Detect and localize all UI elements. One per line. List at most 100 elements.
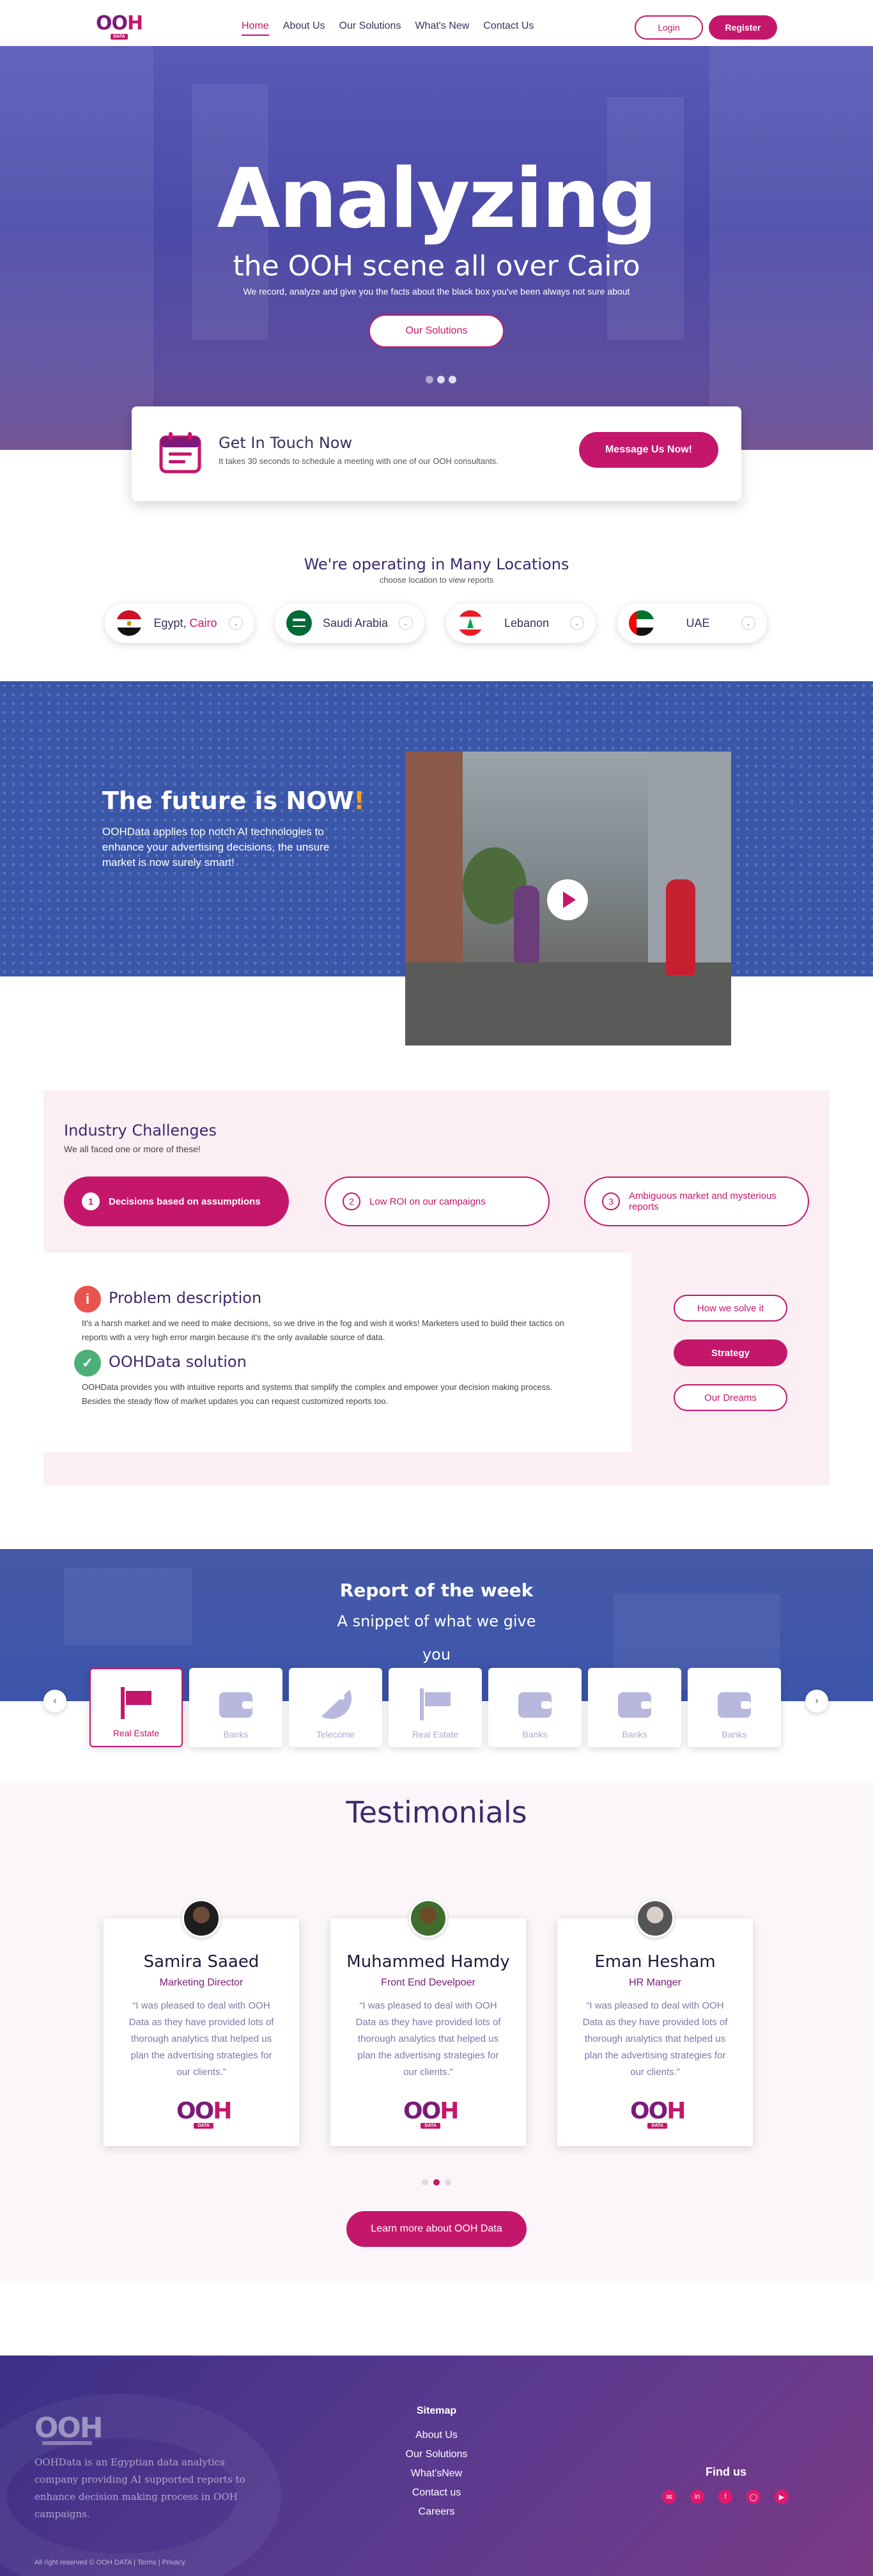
hero-carousel-dots	[426, 376, 456, 383]
report-card-banks[interactable]: Banks	[688, 1668, 781, 1747]
logo-text: OOH	[403, 2098, 459, 2124]
challenge-tab-1[interactable]: 1 Decisions based on assumptions	[64, 1176, 289, 1226]
future-text: OOHData applies top notch AI technologie…	[102, 826, 330, 868]
locations-subtitle: choose location to view reports	[379, 575, 494, 585]
card-label: Banks	[622, 1729, 647, 1739]
carousel-dot[interactable]	[437, 376, 445, 383]
nav-contact-us[interactable]: Contact Us	[483, 20, 534, 32]
login-button[interactable]: Login	[635, 15, 703, 40]
play-button-icon[interactable]	[547, 879, 588, 920]
report-card-real-estate[interactable]: Real Estate	[389, 1668, 482, 1747]
report-card-telecome[interactable]: Telecome	[289, 1668, 382, 1747]
mail-icon[interactable]: ✉	[662, 2490, 676, 2504]
avatar	[182, 1899, 220, 1938]
register-button[interactable]: Register	[709, 15, 777, 40]
logo-text: OOH	[176, 2098, 232, 2124]
carousel-dot[interactable]	[449, 376, 456, 383]
our-dreams-button[interactable]: Our Dreams	[674, 1384, 787, 1411]
footer-link-about[interactable]: About Us	[0, 2426, 873, 2445]
egypt-flag-icon	[116, 610, 142, 636]
message-us-button[interactable]: Message Us Now!	[579, 432, 718, 468]
carousel-next-arrow[interactable]: ›	[805, 1690, 828, 1713]
logo-subtext: DATA	[647, 2123, 667, 2129]
wallet-icon	[219, 1692, 252, 1718]
card-label: Banks	[522, 1729, 548, 1739]
challenge-label: Ambiguous market and mysterious reports	[629, 1191, 776, 1212]
footer-link-solutions[interactable]: Our Solutions	[0, 2445, 873, 2464]
hero-building-right	[709, 46, 873, 450]
footer-copyright: All right reserved © OOH DATA | Terms | …	[35, 2559, 185, 2566]
video-person	[514, 886, 539, 962]
facebook-icon[interactable]: f	[718, 2490, 732, 2504]
strategy-button[interactable]: Strategy	[674, 1339, 787, 1366]
card-label: Telecome	[316, 1729, 355, 1739]
footer-link-contact[interactable]: Contact us	[0, 2483, 873, 2503]
hero-text: We record, analyze and give you the fact…	[243, 286, 630, 297]
report-card-banks[interactable]: Banks	[588, 1668, 681, 1747]
carousel-dot[interactable]	[445, 2179, 451, 2186]
location-uae[interactable]: UAE ⌄	[617, 603, 767, 643]
billboard-icon	[121, 1687, 151, 1719]
avatar	[409, 1899, 447, 1938]
hero-subtitle: the OOH scene all over Cairo	[233, 250, 640, 282]
testimonial-quote: “I was pleased to deal with OOH Data as …	[128, 2000, 274, 2078]
challenge-number: 2	[343, 1192, 360, 1210]
card-label: Banks	[223, 1729, 249, 1739]
how-we-solve-it-button[interactable]: How we solve it	[674, 1295, 787, 1322]
challenge-tab-2[interactable]: 2 Low ROI on our campaigns	[325, 1176, 550, 1226]
nav-our-solutions[interactable]: Our Solutions	[339, 20, 401, 32]
testimonial-card: Eman Hesham HR Manger “I was pleased to …	[557, 1899, 753, 2146]
report-card-banks[interactable]: Banks	[189, 1668, 282, 1747]
location-lebanon[interactable]: Lebanon ⌄	[446, 603, 596, 643]
main-menu: Home About Us Our Solutions What's New C…	[242, 20, 534, 36]
challenge-detail-panel: i Problem description It's a harsh marke…	[43, 1253, 631, 1452]
footer-link-careers[interactable]: Careers	[0, 2503, 873, 2522]
logo-text: OOH	[630, 2098, 686, 2124]
video-thumbnail[interactable]	[405, 752, 731, 1045]
carousel-dot[interactable]	[433, 2179, 440, 2186]
chevron-down-icon: ⌄	[570, 616, 584, 630]
learn-more-button[interactable]: Learn more about OOH Data	[346, 2211, 527, 2247]
billboard-icon	[420, 1688, 451, 1720]
location-label: Lebanon	[504, 616, 550, 629]
saudi-flag-icon	[286, 610, 312, 636]
location-egypt[interactable]: Egypt, Cairo ⌄	[105, 603, 254, 643]
future-title: The future is NOW!	[102, 787, 365, 815]
card-label: Real Estate	[112, 1728, 160, 1738]
our-solutions-button[interactable]: Our Solutions	[369, 314, 504, 348]
challenges-title: Industry Challenges	[64, 1122, 217, 1139]
report-card-real-estate[interactable]: Real Estate	[89, 1668, 183, 1747]
carousel-dot[interactable]	[426, 376, 433, 383]
testimonial-role: HR Manger	[629, 1977, 681, 1988]
logo-subtext: DATA	[421, 2123, 440, 2129]
report-snippet: A snippet of what we give	[337, 1612, 536, 1630]
logo-subtext: DATA	[194, 2123, 213, 2129]
hero-banner: Analyzing the OOH scene all over Cairo W…	[0, 46, 873, 450]
get-in-touch-card: Get In Touch Now It takes 30 seconds to …	[132, 406, 741, 501]
testimonial-name: Samira Saaed	[143, 1952, 259, 1971]
testimonials-title: Testimonials	[346, 1795, 527, 1830]
challenge-tab-3[interactable]: 3 Ambiguous market and mysterious report…	[584, 1176, 809, 1226]
carousel-prev-arrow[interactable]: ‹	[43, 1690, 66, 1713]
logo[interactable]: OOH DATA	[96, 14, 143, 40]
locations-title: We're operating in Many Locations	[304, 555, 569, 573]
linkedin-icon[interactable]: in	[690, 2490, 704, 2504]
industry-challenges-section: Industry Challenges We all faced one or …	[43, 1090, 830, 1485]
nav-home[interactable]: Home	[242, 20, 269, 36]
location-saudi-arabia[interactable]: Saudi Arabia ⌄	[275, 603, 424, 643]
report-card-banks[interactable]: Banks	[488, 1668, 582, 1747]
wallet-icon	[618, 1692, 651, 1718]
card-label: Banks	[722, 1729, 747, 1739]
ooh-logo: OOH DATA	[630, 2098, 686, 2129]
instagram-icon[interactable]: ◯	[746, 2490, 761, 2504]
nav-whats-new[interactable]: What's New	[415, 20, 469, 32]
location-label: UAE	[686, 616, 710, 629]
sitemap-title: Sitemap	[416, 2405, 457, 2416]
lebanon-flag-icon	[458, 610, 483, 636]
get-in-touch-text: It takes 30 seconds to schedule a meetin…	[219, 456, 498, 466]
youtube-icon[interactable]: ▶	[775, 2490, 789, 2504]
find-us-title: Find us	[706, 2465, 746, 2478]
nav-about-us[interactable]: About Us	[283, 20, 325, 32]
carousel-dot[interactable]	[422, 2179, 428, 2186]
info-icon: i	[74, 1286, 101, 1313]
